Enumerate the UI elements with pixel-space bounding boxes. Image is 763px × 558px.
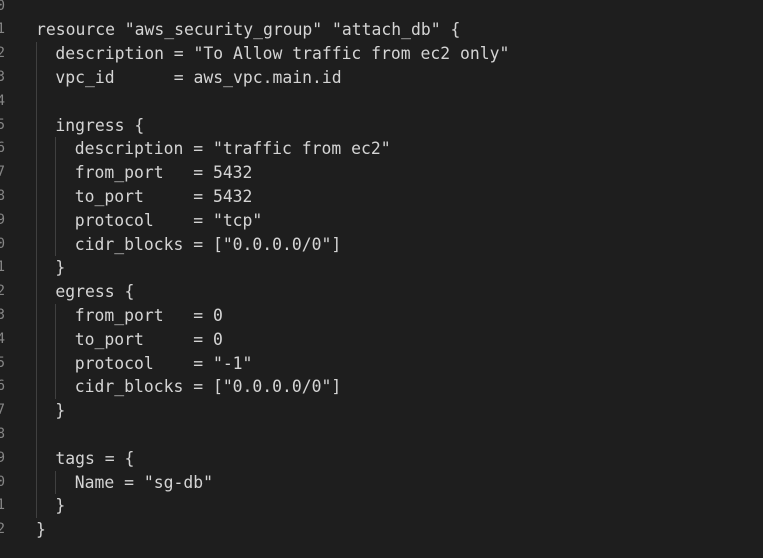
line-number: 4 xyxy=(0,330,5,347)
line-number: 3 xyxy=(0,306,5,323)
line-number: 7 xyxy=(0,164,5,181)
line-number: 0 xyxy=(0,235,5,252)
line-number: 9 xyxy=(0,449,5,466)
line-number: 2 xyxy=(0,283,5,300)
line-number: 1 xyxy=(0,259,5,276)
line-number: 8 xyxy=(0,425,5,442)
code-line[interactable]: protocol = "tcp" xyxy=(75,209,263,233)
code-line[interactable]: Name = "sg-db" xyxy=(75,471,213,495)
line-number: 1 xyxy=(0,497,5,514)
code-line[interactable]: egress { xyxy=(55,280,134,304)
code-line[interactable]: description = "To Allow traffic from ec2… xyxy=(55,42,509,66)
code-line[interactable]: to_port = 0 xyxy=(75,328,223,352)
code-line[interactable]: from_port = 0 xyxy=(75,304,223,328)
line-number: 0 xyxy=(0,473,5,490)
line-number: 5 xyxy=(0,116,5,133)
line-number: 4 xyxy=(0,92,5,109)
code-line[interactable]: } xyxy=(55,256,65,280)
code-area[interactable]: resource "aws_security_group" "attach_db… xyxy=(36,0,763,558)
line-number: 8 xyxy=(0,187,5,204)
indent-guide xyxy=(36,42,37,519)
line-number: 6 xyxy=(0,378,5,395)
code-line[interactable]: cidr_blocks = ["0.0.0.0/0"] xyxy=(75,375,341,399)
line-number: 5 xyxy=(0,354,5,371)
code-line[interactable]: tags = { xyxy=(55,447,134,471)
indent-guide xyxy=(55,303,57,400)
line-number: 2 xyxy=(0,521,5,538)
code-line[interactable]: description = "traffic from ec2" xyxy=(75,137,391,161)
code-line[interactable]: } xyxy=(55,399,65,423)
code-editor[interactable]: 0 1 2 3 4 5 6 7 8 9 0 1 2 3 4 5 6 7 8 9 0 1 2 resource "aws_se… xyxy=(0,0,763,558)
code-line[interactable]: protocol = "-1" xyxy=(75,352,253,376)
code-line[interactable]: } xyxy=(36,518,46,542)
code-line[interactable]: from_port = 5432 xyxy=(75,161,253,185)
line-number: 6 xyxy=(0,140,5,157)
line-number: 3 xyxy=(0,68,5,85)
line-number: 0 xyxy=(0,0,5,14)
line-number: 9 xyxy=(0,211,5,228)
code-line[interactable]: cidr_blocks = ["0.0.0.0/0"] xyxy=(75,233,341,257)
code-line[interactable]: to_port = 5432 xyxy=(75,185,253,209)
line-number-gutter: 0 1 2 3 4 5 6 7 8 9 0 1 2 3 4 5 6 7 8 9 0 1 2 xyxy=(0,0,10,558)
line-number: 2 xyxy=(0,45,5,62)
indent-guide xyxy=(55,137,57,257)
code-line[interactable]: resource "aws_security_group" "attach_db… xyxy=(36,18,460,42)
code-line[interactable]: } xyxy=(55,494,65,518)
indent-guide xyxy=(55,470,57,495)
code-line[interactable]: vpc_id = aws_vpc.main.id xyxy=(55,66,341,90)
code-line[interactable]: ingress { xyxy=(55,114,144,138)
line-number: 7 xyxy=(0,402,5,419)
line-number: 1 xyxy=(0,21,5,38)
